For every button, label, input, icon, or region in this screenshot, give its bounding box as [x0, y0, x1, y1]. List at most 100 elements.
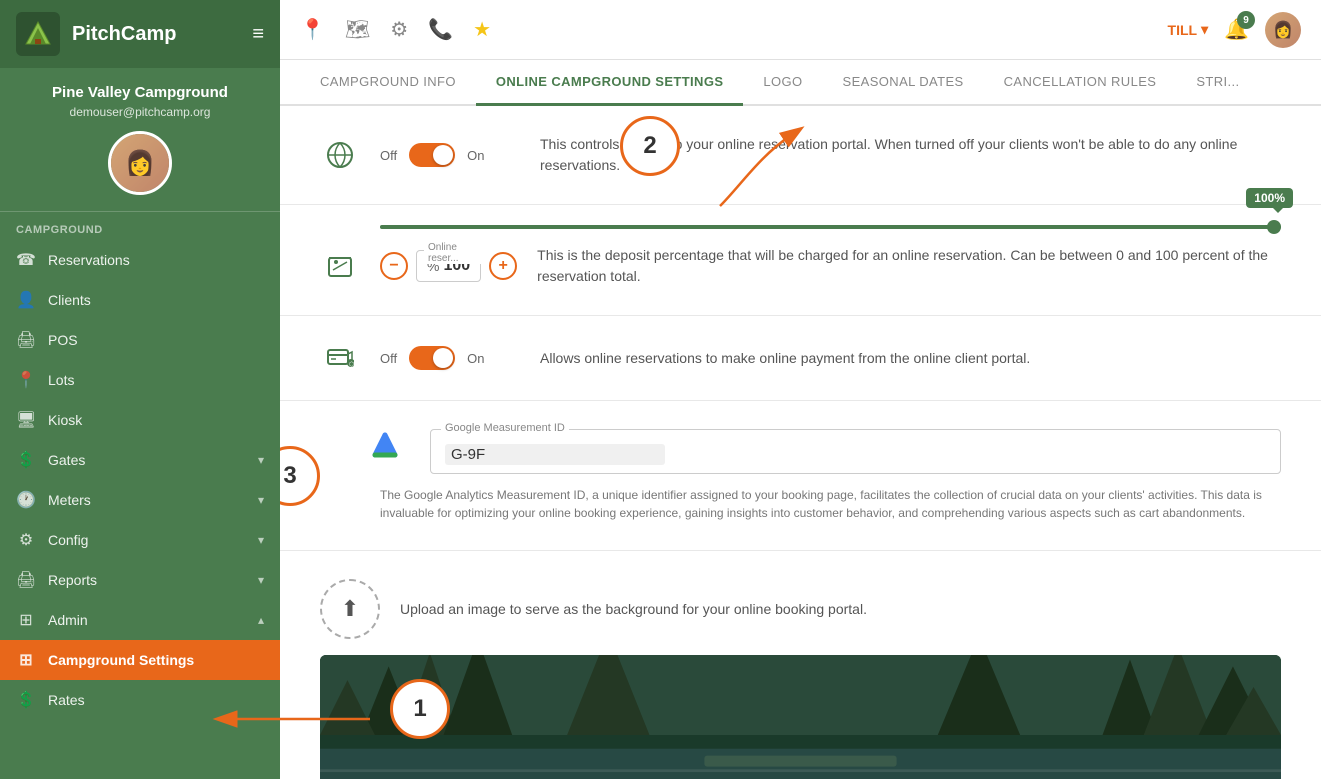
upload-row: ⬆ Upload an image to serve as the backgr… — [280, 551, 1321, 779]
deposit-decrease-button[interactable]: − — [380, 252, 408, 280]
deposit-field-label: Online reser... — [424, 242, 481, 264]
main-content: 📍 🗺 ⚙ 📞 ★ TILL ▾ 🔔 9 👩 CAMPGROUND INFO O… — [280, 0, 1321, 779]
user-profile-section: Pine Valley Campground demouser@pitchcam… — [0, 68, 280, 212]
tab-cancellation-rules[interactable]: CANCELLATION RULES — [984, 60, 1177, 106]
analytics-inner: Google Measurement ID — [320, 429, 1281, 474]
sidebar-item-reports[interactable]: 🖨 Reports ▾ — [0, 560, 280, 600]
monitor-icon: 🖥 — [16, 410, 36, 430]
upload-icon: ⬆ — [341, 596, 359, 622]
upload-button[interactable]: ⬆ — [320, 579, 380, 639]
analytics-icon — [370, 429, 410, 474]
reports-icon: 🖨 — [16, 570, 36, 590]
app-logo — [16, 12, 60, 56]
gate-icon: 💲 — [16, 450, 36, 470]
sidebar-item-label: POS — [48, 332, 264, 348]
sidebar-item-gates[interactable]: 💲 Gates ▾ — [0, 440, 280, 480]
payment-description: Allows online reservations to make onlin… — [540, 348, 1281, 369]
tutorial-step-3: 3 — [280, 446, 320, 506]
deposit-controls-row: − Online reser... % 100 + This is the de… — [320, 245, 1281, 287]
phone-icon: ☎ — [16, 250, 36, 270]
portal-toggle-controls: Off On — [380, 143, 520, 167]
sidebar-header: PitchCamp ≡ — [0, 0, 280, 68]
tab-seasonal-dates[interactable]: SEASONAL DATES — [823, 60, 984, 106]
bg-image-preview — [320, 655, 1281, 779]
tab-bar: CAMPGROUND INFO ONLINE CAMPGROUND SETTIN… — [280, 60, 1321, 106]
sidebar-item-config[interactable]: ⚙ Config ▾ — [0, 520, 280, 560]
star-icon[interactable]: ★ — [473, 17, 491, 42]
phone-icon[interactable]: 📞 — [428, 17, 453, 42]
settings-content: 2 Off — [280, 106, 1321, 779]
campground-section-label: CAMPGROUND — [0, 212, 280, 240]
deposit-input-group: − Online reser... % 100 + — [380, 250, 517, 282]
user-email: demouser@pitchcamp.org — [16, 105, 264, 119]
sidebar-item-kiosk[interactable]: 🖥 Kiosk — [0, 400, 280, 440]
sidebar-item-pos[interactable]: 🖨 POS — [0, 320, 280, 360]
deposit-slider-track[interactable]: 100% — [380, 225, 1281, 229]
upload-text: Upload an image to serve as the backgrou… — [400, 601, 867, 617]
portal-toggle[interactable] — [409, 143, 455, 167]
analytics-input[interactable] — [445, 444, 665, 465]
payment-icon: ⬡ — [320, 344, 360, 372]
rates-icon: 💲 — [16, 690, 36, 710]
sidebar-item-label: Admin — [48, 612, 246, 628]
payment-on-label: On — [467, 351, 484, 366]
sidebar-item-campground-settings[interactable]: ⊞ Campground Settings — [0, 640, 280, 680]
deposit-increase-button[interactable]: + — [489, 252, 517, 280]
payment-toggle-row: ⬡ Off On Allows online reservations to m… — [280, 316, 1321, 401]
map-icon[interactable]: 🗺 — [345, 17, 370, 42]
tab-online-campground-settings[interactable]: ONLINE CAMPGROUND SETTINGS — [476, 60, 744, 106]
chevron-down-icon: ▾ — [258, 453, 264, 467]
sidebar-item-label: Reports — [48, 572, 246, 588]
tab-strip[interactable]: STRI... — [1176, 60, 1259, 106]
sidebar-item-rates[interactable]: 💲 Rates — [0, 680, 280, 720]
meter-icon: 🕐 — [16, 490, 36, 510]
config-icon: ⚙ — [16, 530, 36, 550]
upload-inner: ⬆ Upload an image to serve as the backgr… — [320, 579, 1281, 639]
user-name-button[interactable]: TILL ▾ — [1168, 21, 1209, 38]
sidebar-item-meters[interactable]: 🕐 Meters ▾ — [0, 480, 280, 520]
sidebar-item-label: Lots — [48, 372, 264, 388]
analytics-row: 3 — [280, 401, 1321, 551]
hamburger-menu[interactable]: ≡ — [252, 23, 264, 46]
sidebar-item-label: Meters — [48, 492, 246, 508]
chevron-up-icon: ▴ — [258, 613, 264, 627]
sidebar-item-lots[interactable]: 📍 Lots — [0, 360, 280, 400]
tutorial-step-2: 2 — [620, 116, 680, 176]
person-icon: 👤 — [16, 290, 36, 310]
deposit-field: Online reser... % 100 — [416, 250, 481, 282]
svg-text:⬡: ⬡ — [349, 361, 354, 368]
tab-campground-info[interactable]: CAMPGROUND INFO — [300, 60, 476, 106]
analytics-field-wrap: Google Measurement ID — [430, 429, 1281, 474]
tools-icon[interactable]: ⚙ — [390, 17, 408, 42]
user-display-name: TILL — [1168, 22, 1198, 38]
notification-bell[interactable]: 🔔 9 — [1224, 17, 1249, 42]
deposit-slider-badge: 100% — [1246, 188, 1293, 208]
sidebar-item-admin[interactable]: ⊞ Admin ▴ — [0, 600, 280, 640]
payment-toggle[interactable] — [409, 346, 455, 370]
topbar-avatar[interactable]: 👩 — [1265, 12, 1301, 48]
deposit-row: 100% − Online reser... — [280, 205, 1321, 316]
chevron-down-icon: ▾ — [258, 493, 264, 507]
location-icon[interactable]: 📍 — [300, 17, 325, 42]
chevron-down-icon: ▾ — [1201, 21, 1208, 38]
portal-icon — [320, 141, 360, 169]
chevron-down-icon: ▾ — [258, 533, 264, 547]
sidebar-item-clients[interactable]: 👤 Clients — [0, 280, 280, 320]
tutorial-step-1: 1 — [390, 679, 450, 739]
tab-logo[interactable]: LOGO — [743, 60, 822, 106]
sidebar-item-label: Config — [48, 532, 246, 548]
sidebar-item-reservations[interactable]: ☎ Reservations — [0, 240, 280, 280]
payment-toggle-controls: Off On — [380, 346, 520, 370]
campground-settings-icon: ⊞ — [16, 650, 36, 670]
deposit-description: This is the deposit percentage that will… — [537, 245, 1281, 287]
payment-off-label: Off — [380, 351, 397, 366]
analytics-input-label: Google Measurement ID — [441, 422, 569, 434]
campground-name: Pine Valley Campground — [16, 84, 264, 101]
sidebar-item-label: Clients — [48, 292, 264, 308]
analytics-input-container: Google Measurement ID — [430, 429, 1281, 474]
portal-off-label: Off — [380, 148, 397, 163]
avatar[interactable]: 👩 — [108, 131, 172, 195]
pin-icon: 📍 — [16, 370, 36, 390]
deposit-slider-thumb[interactable]: 100% — [1267, 220, 1281, 234]
sidebar-item-label: Campground Settings — [48, 652, 264, 668]
